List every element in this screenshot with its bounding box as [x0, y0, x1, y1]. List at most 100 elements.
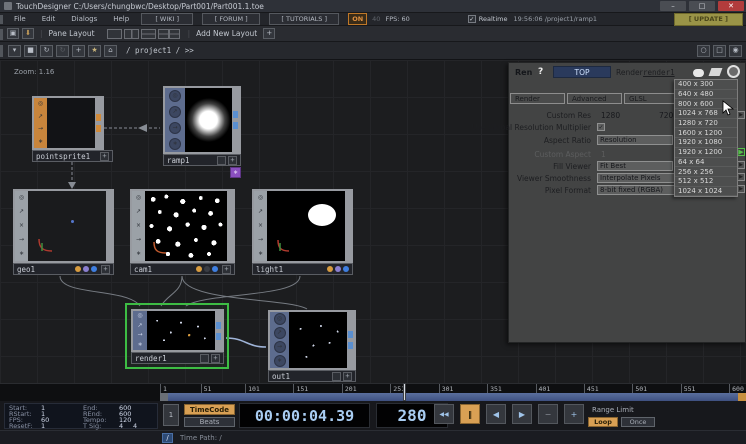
- menu-edit[interactable]: Edit: [34, 15, 64, 23]
- param-expand-arrow[interactable]: ▶: [737, 161, 745, 169]
- flag-icon[interactable]: →: [274, 341, 286, 353]
- layout-preset-hsplit[interactable]: [141, 29, 156, 39]
- flag-icon[interactable]: ◎: [38, 101, 43, 107]
- maximize-button[interactable]: □: [689, 1, 715, 11]
- step-forward-button[interactable]: +: [564, 404, 584, 424]
- node-light1[interactable]: ◎↗ ×→ ∗: [252, 189, 353, 263]
- render-flag-dot[interactable]: [75, 266, 81, 272]
- display-flag-dot[interactable]: [83, 266, 89, 272]
- tab-advanced[interactable]: Advanced: [567, 93, 622, 104]
- comment-flag-icon[interactable]: ∗: [230, 167, 241, 178]
- flag-icon[interactable]: ◎: [136, 195, 141, 201]
- param-expand-arrow[interactable]: ▶: [737, 185, 745, 193]
- node-viewer[interactable]: [47, 98, 95, 148]
- node-geo1[interactable]: ◎↗ ×→ ∗: [13, 189, 114, 263]
- node-out1[interactable]: ◎↗ →∗: [268, 310, 356, 370]
- flag-icon[interactable]: ×: [258, 223, 263, 229]
- gear-icon[interactable]: [727, 65, 740, 78]
- home-icon[interactable]: ⌂: [104, 45, 117, 57]
- edge-grip[interactable]: [0, 29, 3, 40]
- node-viewer[interactable]: [28, 191, 106, 261]
- play-reverse-button[interactable]: ◀: [486, 404, 506, 424]
- param-expand-arrow-active[interactable]: ▶: [737, 148, 745, 156]
- output-port[interactable]: [216, 322, 221, 329]
- flag-icon[interactable]: ∗: [38, 139, 43, 145]
- render-flag-dot[interactable]: [196, 266, 202, 272]
- param-dropdown[interactable]: Fit Best: [597, 161, 673, 171]
- once-button[interactable]: Once: [621, 417, 655, 427]
- resolution-option[interactable]: 640 x 480: [675, 90, 737, 100]
- node-name-bar[interactable]: geo1 +: [13, 263, 114, 275]
- help-icon[interactable]: ?: [538, 67, 543, 77]
- save-layout-icon[interactable]: ⬇: [22, 28, 34, 39]
- flag-icon[interactable]: →: [137, 332, 142, 338]
- flag-icon[interactable]: ↗: [274, 327, 286, 339]
- loop-button[interactable]: Loop: [588, 417, 618, 427]
- flag-icon[interactable]: ◎: [137, 313, 142, 319]
- flag-icon[interactable]: ↗: [136, 209, 141, 215]
- timeline-ruler[interactable]: 1 51 101 151 201 251 301 351 401 451 501…: [0, 383, 746, 393]
- tab-glsl[interactable]: GLSL: [624, 93, 679, 104]
- pickable-flag-dot[interactable]: [343, 266, 349, 272]
- menu-dialogs[interactable]: Dialogs: [63, 15, 105, 23]
- node-render1[interactable]: ◎ ↗ → ∗: [131, 309, 224, 352]
- node-pointsprite1[interactable]: ◎↗ →∗: [32, 96, 104, 150]
- pane-grid-icon[interactable]: ▣: [7, 28, 19, 39]
- add-icon[interactable]: +: [72, 45, 85, 57]
- update-button[interactable]: [ UPDATE ]: [674, 13, 743, 26]
- tutorials-button[interactable]: [ TUTORIALS ]: [269, 13, 339, 25]
- resolution-option[interactable]: 256 x 256: [675, 167, 737, 177]
- node-plus-button[interactable]: +: [228, 156, 237, 165]
- node-ramp1[interactable]: ◎ ↗ → ∗: [163, 86, 241, 154]
- edge-grip[interactable]: [0, 45, 3, 57]
- minimize-button[interactable]: –: [660, 1, 686, 11]
- flag-icon[interactable]: ∗: [258, 251, 263, 257]
- display-flag-dot[interactable]: [204, 266, 210, 272]
- param-expand-arrow[interactable]: ▶: [737, 173, 745, 181]
- realtime-checkbox[interactable]: ✓: [468, 15, 476, 23]
- flag-icon[interactable]: ↗: [19, 209, 24, 215]
- tab-render[interactable]: Render: [510, 93, 565, 104]
- flag-icon[interactable]: ↗: [169, 106, 181, 118]
- node-name-bar[interactable]: ramp1 +: [163, 154, 241, 166]
- flag-icon[interactable]: →: [38, 126, 43, 132]
- range-end-handle[interactable]: [738, 393, 746, 401]
- pause-button[interactable]: ‖: [460, 404, 480, 424]
- playhead[interactable]: [403, 383, 406, 401]
- node-plus-button[interactable]: +: [101, 265, 110, 274]
- flag-icon[interactable]: ∗: [169, 138, 181, 150]
- flag-icon[interactable]: ◎: [274, 313, 286, 325]
- output-port[interactable]: [233, 122, 238, 129]
- step-back-button[interactable]: −: [538, 404, 558, 424]
- flag-icon[interactable]: →: [169, 122, 181, 134]
- flag-icon[interactable]: ↗: [258, 209, 263, 215]
- menu-file[interactable]: File: [6, 15, 34, 23]
- resolution-option[interactable]: 512 x 512: [675, 177, 737, 187]
- flag-icon[interactable]: ×: [19, 223, 24, 229]
- pickable-flag-dot[interactable]: [91, 266, 97, 272]
- node-plus-button[interactable]: +: [100, 152, 109, 161]
- layout-preset-single[interactable]: [107, 29, 122, 39]
- param-checkbox[interactable]: ✓: [597, 123, 605, 131]
- node-viewer[interactable]: [267, 191, 345, 261]
- flag-icon[interactable]: ↗: [137, 323, 142, 329]
- flag-icon[interactable]: ◎: [19, 195, 24, 201]
- node-plus-button[interactable]: +: [222, 265, 231, 274]
- back-caret-icon[interactable]: ▾: [8, 45, 21, 57]
- breadcrumb[interactable]: / project1 / >>: [126, 46, 194, 55]
- menu-help[interactable]: Help: [105, 15, 137, 23]
- comment-bubble-icon[interactable]: [693, 69, 704, 77]
- flag-icon[interactable]: ×: [136, 223, 141, 229]
- bookmark-star-icon[interactable]: ★: [88, 45, 101, 57]
- output-port[interactable]: [96, 125, 101, 132]
- node-viewer[interactable]: [289, 312, 347, 368]
- flag-icon[interactable]: ∗: [137, 342, 142, 348]
- jump-to-start-button[interactable]: ◀◀: [434, 404, 454, 424]
- flag-icon[interactable]: ◎: [169, 90, 181, 102]
- node-viewer[interactable]: [185, 88, 232, 152]
- resolution-option[interactable]: 64 x 64: [675, 158, 737, 168]
- param-expand-arrow[interactable]: ▶: [737, 111, 745, 119]
- output-port[interactable]: [233, 111, 238, 118]
- node-name-bar[interactable]: pointsprite1 +: [32, 150, 113, 162]
- flag-icon[interactable]: ∗: [19, 251, 24, 257]
